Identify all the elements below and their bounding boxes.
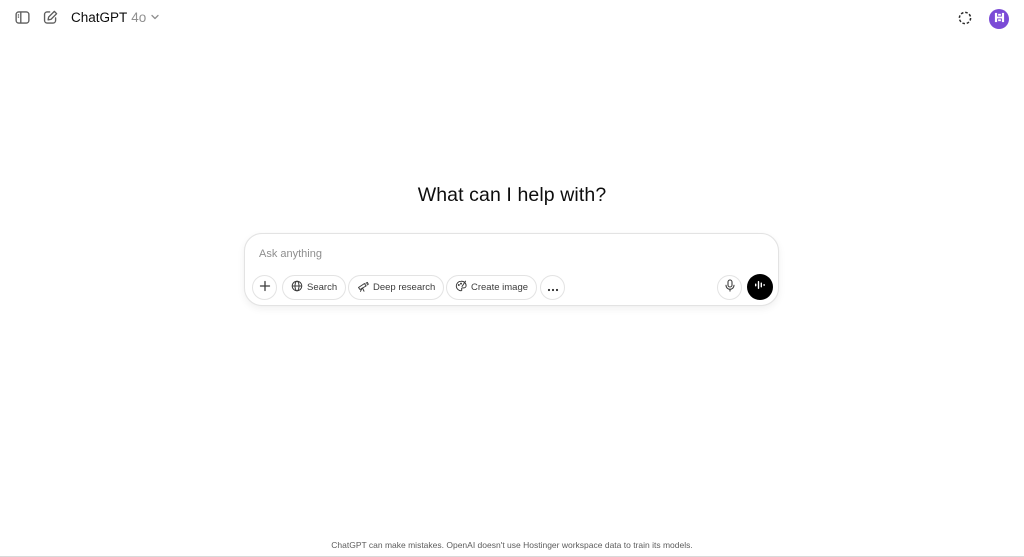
search-label: Search: [307, 282, 338, 293]
waveform-icon: [754, 278, 767, 296]
palette-icon: [455, 280, 467, 295]
ellipsis-icon: [547, 279, 559, 297]
plus-icon: [259, 279, 271, 297]
telescope-icon: [357, 280, 369, 295]
create-image-label: Create image: [471, 282, 529, 293]
microphone-icon: [724, 278, 736, 297]
model-selector[interactable]: ChatGPT 4o: [71, 10, 160, 25]
deep-research-button[interactable]: Deep research: [348, 275, 445, 300]
avatar[interactable]: [989, 9, 1009, 29]
top-bar: ChatGPT 4o: [0, 0, 1024, 40]
chat-page: ChatGPT 4o What can I help with? Ask any…: [0, 0, 1024, 557]
prompt-input[interactable]: Ask anything: [259, 248, 322, 260]
page-title: What can I help with?: [417, 184, 607, 206]
dictate-button[interactable]: [717, 275, 742, 300]
dashed-circle-icon: [957, 10, 973, 31]
model-name: ChatGPT: [71, 10, 128, 25]
temporary-chat-button[interactable]: [954, 9, 976, 31]
deep-research-label: Deep research: [373, 282, 436, 293]
disclaimer-text: ChatGPT can make mistakes. OpenAI doesn'…: [331, 540, 693, 550]
sidebar-toggle-button[interactable]: [11, 9, 33, 31]
sidebar-icon: [14, 9, 31, 31]
user-avatar-icon: [994, 10, 1005, 28]
voice-mode-button[interactable]: [747, 274, 773, 300]
edit-icon: [42, 9, 59, 31]
composer: Ask anything Search Deep research Create…: [244, 233, 779, 306]
create-image-button[interactable]: Create image: [446, 275, 538, 300]
more-tools-button[interactable]: [540, 275, 565, 300]
globe-icon: [291, 280, 303, 295]
model-version: 4o: [131, 10, 147, 25]
new-chat-button[interactable]: [39, 9, 61, 31]
add-attachment-button[interactable]: [252, 275, 277, 300]
chevron-down-icon: [150, 10, 160, 25]
search-button[interactable]: Search: [282, 275, 347, 300]
